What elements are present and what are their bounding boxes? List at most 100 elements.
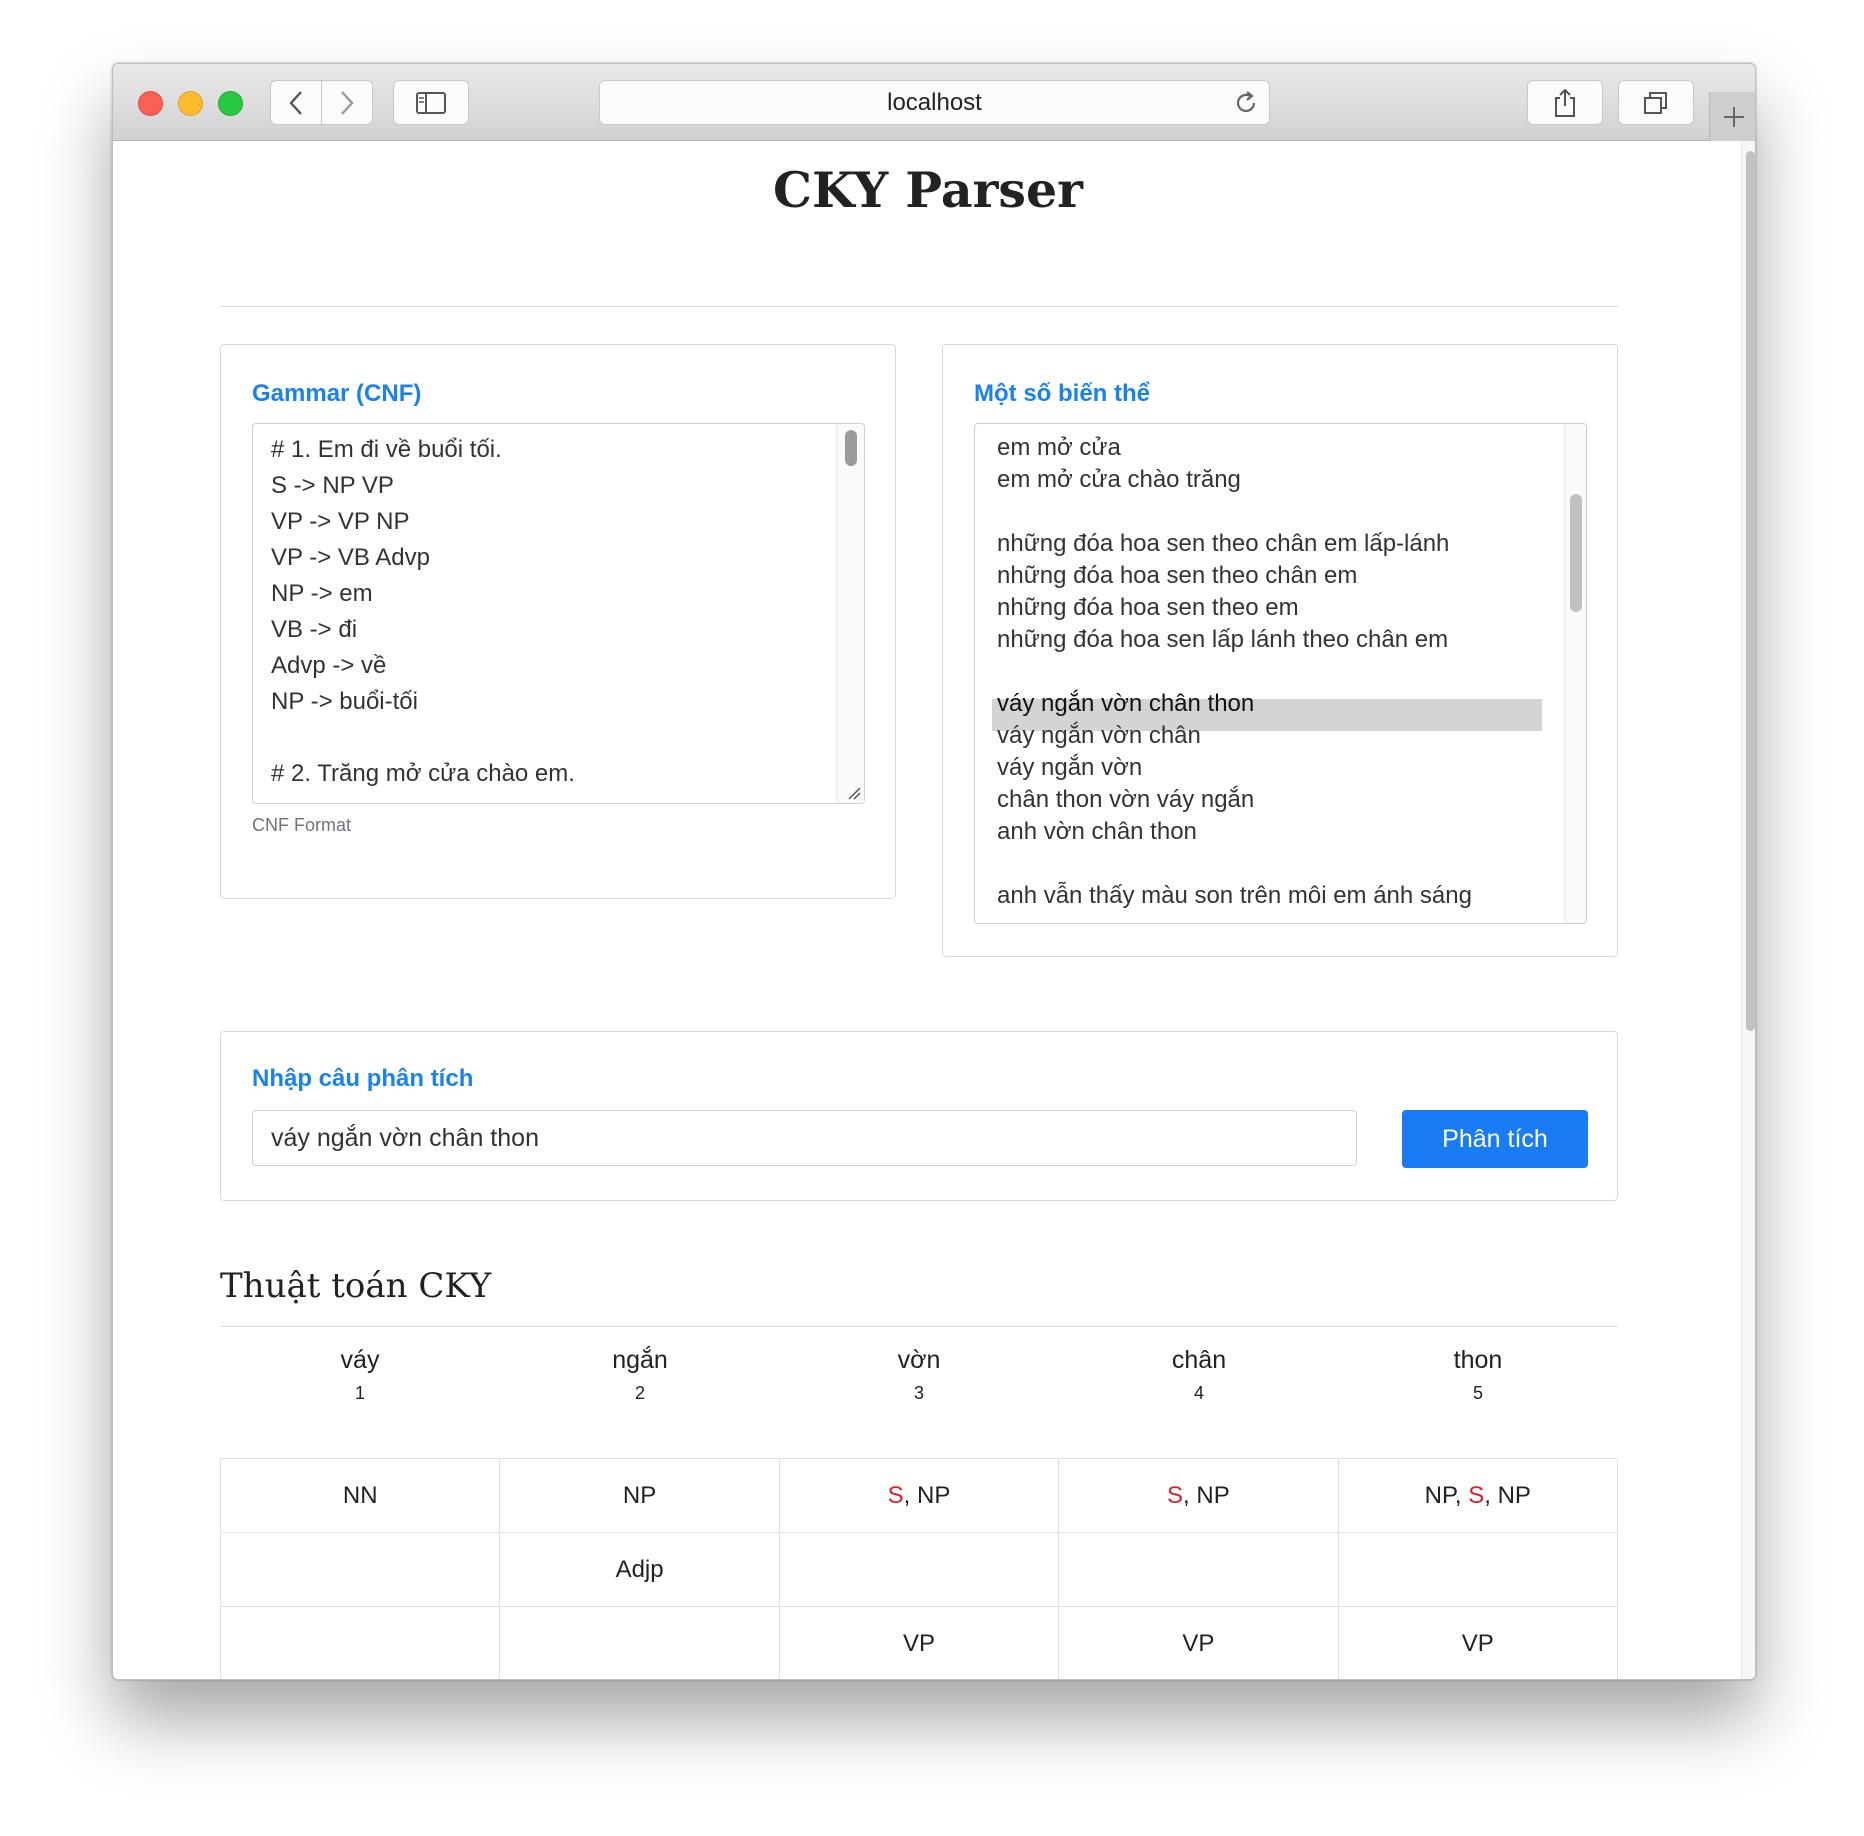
page-scrollbar[interactable] xyxy=(1741,141,1755,1679)
word-text: vờn xyxy=(897,1346,941,1374)
plus-icon xyxy=(1723,106,1744,127)
word-header: chân 4 xyxy=(1059,1341,1339,1404)
nonterminal-symbol: NP xyxy=(1424,1481,1455,1509)
browser-toolbar: localhost xyxy=(113,64,1755,141)
reload-icon[interactable] xyxy=(1233,90,1259,116)
grammar-card: Gammar (CNF) # 1. Em đi về buổi tối. S -… xyxy=(220,344,896,899)
cky-cell xyxy=(778,1532,1060,1607)
grammar-line: VP -> VB Advp xyxy=(271,544,430,571)
sidebar-icon xyxy=(416,91,446,114)
chevron-left-icon xyxy=(289,90,302,115)
nonterminal-symbol: NP xyxy=(1497,1481,1531,1509)
forward-button[interactable] xyxy=(321,80,373,125)
title-divider xyxy=(220,306,1618,307)
start-symbol: S xyxy=(1167,1481,1184,1509)
cky-section-title: Thuật toán CKY xyxy=(220,1266,492,1306)
nonterminal-symbol: NP xyxy=(917,1481,951,1509)
start-symbol: S xyxy=(1468,1481,1485,1509)
analyze-button[interactable]: Phân tích xyxy=(1402,1110,1588,1168)
cky-row: VP VP VP xyxy=(219,1606,1619,1679)
cky-cell: VP xyxy=(1058,1606,1339,1679)
variant-option[interactable]: em mở cửa xyxy=(997,434,1121,462)
grammar-scroll-thumb[interactable] xyxy=(845,430,857,466)
page-scroll-thumb[interactable] xyxy=(1746,151,1755,1031)
word-index: 2 xyxy=(634,1383,645,1403)
word-header: thon 5 xyxy=(1338,1341,1618,1404)
word-text: ngắn xyxy=(612,1346,668,1374)
variant-option[interactable]: váy ngắn vờn chân xyxy=(997,722,1201,750)
variants-card: Một số biến thể em mở cửa em mở cửa chào… xyxy=(942,344,1618,957)
cky-row: NN NP S, NP S, NP NP, S, NP xyxy=(219,1458,1619,1533)
cky-cell xyxy=(219,1606,501,1679)
variant-option[interactable]: anh vờn chân thon xyxy=(997,818,1197,846)
url-text: localhost xyxy=(887,88,982,116)
grammar-line: NP -> buổi-tối xyxy=(271,688,418,715)
cky-table-body: NNNPS, NPS, NPNP, S, NPAdjpVPVPVPNNNP xyxy=(219,1458,1619,1679)
cky-cell: Adjp xyxy=(499,1532,780,1607)
variant-option[interactable]: váy ngắn vờn xyxy=(997,754,1142,782)
variant-option[interactable]: những đóa hoa sen lấp lánh theo chân em xyxy=(997,626,1448,654)
minimize-window-button[interactable] xyxy=(178,91,203,116)
word-header: váy 1 xyxy=(220,1341,500,1404)
back-button[interactable] xyxy=(270,80,322,125)
close-window-button[interactable] xyxy=(138,91,163,116)
variant-option[interactable]: những đóa hoa sen theo chân em xyxy=(997,562,1357,590)
address-bar[interactable]: localhost xyxy=(599,80,1270,125)
variants-scrollbar[interactable] xyxy=(1564,424,1586,923)
cky-table: NNNPS, NPS, NPNP, S, NPAdjpVPVPVPNNNP xyxy=(219,1458,1619,1679)
nonterminal-symbol: VP xyxy=(1182,1629,1215,1657)
zoom-window-button[interactable] xyxy=(218,91,243,116)
nonterminal-symbol: VP xyxy=(902,1629,935,1657)
grammar-line: S -> NP VP xyxy=(271,472,394,499)
parse-input-heading: Nhập câu phân tích xyxy=(252,1065,474,1092)
grammar-line: VP -> VP NP xyxy=(271,508,410,535)
start-symbol: S xyxy=(887,1481,904,1509)
parse-input-card: Nhập câu phân tích Phân tích xyxy=(220,1031,1618,1201)
variant-option[interactable]: những đóa hoa sen theo chân em lấp-lánh xyxy=(997,530,1449,558)
grammar-heading: Gammar (CNF) xyxy=(252,380,422,407)
browser-window: localhost CKY Parser Gammar (CNF) # 1. E… xyxy=(112,63,1756,1680)
variant-option[interactable]: em mở cửa chào trăng xyxy=(997,466,1241,494)
new-tab-button[interactable] xyxy=(1709,92,1755,141)
cky-cell: NN xyxy=(219,1458,501,1533)
cky-cell: VP xyxy=(778,1606,1060,1679)
variants-scroll-thumb[interactable] xyxy=(1570,494,1582,612)
cky-cell xyxy=(499,1606,780,1679)
grammar-scrollbar[interactable] xyxy=(836,424,864,803)
grammar-line: # 2. Trăng mở cửa chào em. xyxy=(271,760,575,787)
cky-row: Adjp xyxy=(219,1532,1619,1607)
variant-option[interactable]: chân thon vờn váy ngắn xyxy=(997,786,1254,814)
cky-cell: S, NP xyxy=(778,1458,1060,1533)
cky-section-divider xyxy=(220,1326,1618,1327)
grammar-line: # 1. Em đi về buổi tối. xyxy=(271,436,502,463)
sidebar-toggle-button[interactable] xyxy=(393,80,469,125)
variants-heading: Một số biến thể xyxy=(974,380,1150,407)
nonterminal-symbol: NP xyxy=(622,1481,657,1509)
share-icon xyxy=(1555,88,1575,117)
share-button[interactable] xyxy=(1527,80,1603,125)
variant-option-selected[interactable]: váy ngắn vờn chân thon xyxy=(997,690,1254,718)
grammar-textarea[interactable]: # 1. Em đi về buổi tối. S -> NP VP VP ->… xyxy=(252,423,865,804)
word-index: 1 xyxy=(354,1383,365,1403)
sentence-input[interactable] xyxy=(252,1110,1357,1166)
chevron-right-icon xyxy=(341,90,354,115)
nonterminal-symbol: NP xyxy=(1196,1481,1230,1509)
word-index: 5 xyxy=(1472,1383,1483,1403)
page-viewport: CKY Parser Gammar (CNF) # 1. Em đi về bu… xyxy=(113,141,1743,1679)
nonterminal-symbol: Adjp xyxy=(615,1555,664,1583)
variants-list[interactable]: em mở cửa em mở cửa chào trăng những đóa… xyxy=(974,423,1587,924)
variant-option[interactable]: anh vẫn thấy màu son trên môi em ánh sán… xyxy=(997,882,1472,910)
page-title: CKY Parser xyxy=(773,161,1083,219)
nonterminal-symbol: VP xyxy=(1461,1629,1494,1657)
nonterminal-symbol: NN xyxy=(342,1481,378,1509)
cky-cell xyxy=(219,1532,501,1607)
resize-grip-icon[interactable] xyxy=(845,784,861,800)
cky-cell: NP, S, NP xyxy=(1337,1458,1619,1533)
grammar-line: VB -> đi xyxy=(271,616,358,643)
variant-option[interactable]: những đóa hoa sen theo em xyxy=(997,594,1299,622)
word-header: vờn 3 xyxy=(779,1341,1059,1404)
grammar-line: Advp -> về xyxy=(271,652,387,679)
cky-cell xyxy=(1058,1532,1339,1607)
word-text: váy xyxy=(340,1346,380,1374)
show-tabs-button[interactable] xyxy=(1618,80,1694,125)
